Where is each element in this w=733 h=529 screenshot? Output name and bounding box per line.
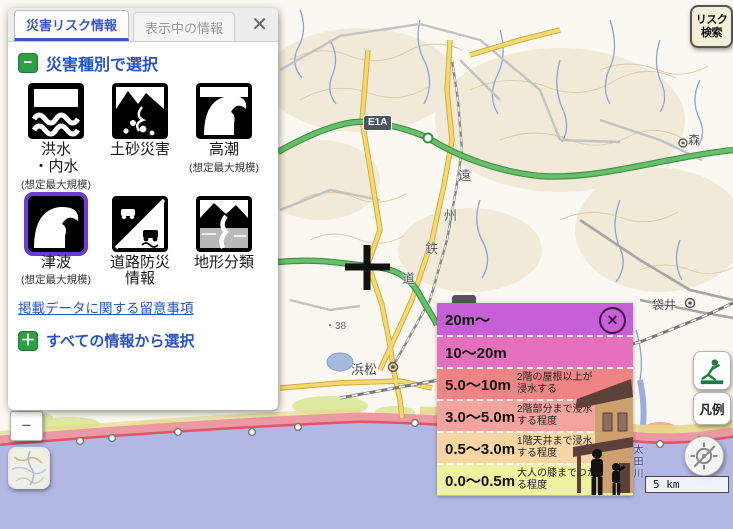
hazard-road-disaster[interactable]: 道路防災 情報 xyxy=(110,196,170,290)
railway-name-char: 遠 xyxy=(458,165,471,184)
landform-icon xyxy=(196,196,252,252)
map-label-hamamatsu: 浜松 xyxy=(351,359,377,378)
map-label-mori: 森 xyxy=(688,131,700,148)
section-select-by-type[interactable]: − 災害種別で選択 xyxy=(18,51,278,75)
legend-row: 10～20m xyxy=(437,335,633,367)
legend-depth-label: 0.0～0.5m xyxy=(437,470,515,491)
running-person-icon xyxy=(697,356,727,386)
interchange-icon xyxy=(424,134,433,143)
hazard-storm-surge-sub: (想定最大規模) xyxy=(189,160,259,175)
tab-disaster-risk-info[interactable]: 災害リスク情報 xyxy=(14,10,129,41)
spot-elevation-label: ・38 xyxy=(325,317,346,332)
collapse-minus-icon[interactable]: − xyxy=(18,53,38,73)
minimap-thumbnail xyxy=(10,449,48,487)
hazard-landform-label: 地形分類 xyxy=(194,255,254,272)
gps-location-button[interactable] xyxy=(684,436,724,476)
hazard-landslide[interactable]: 土砂災害 xyxy=(110,83,170,192)
railway-name-char: 鉄 xyxy=(425,238,438,257)
railway-name-char: 州 xyxy=(444,205,457,224)
tsunami-icon xyxy=(24,192,88,256)
lake xyxy=(327,353,353,371)
legend-row: 3.0～5.0m 2階部分まで浸水する程度 xyxy=(437,399,633,431)
hazard-type-grid: 洪水 ・内水 (想定最大規模) 土砂災害 高 xyxy=(14,83,274,289)
flood-icon xyxy=(28,83,84,139)
legend-depth-label: 20m～ xyxy=(437,309,490,330)
scale-label: 5 km xyxy=(653,478,680,491)
legend-row: 0.0～0.5m 大人の膝までつかる程度 xyxy=(437,463,633,495)
hazard-tsunami-sub: (想定最大規模) xyxy=(21,272,91,287)
section-select-all-info[interactable]: ＋ すべての情報から選択 xyxy=(18,330,278,351)
hazard-flood-label: 洪水 ・内水 xyxy=(33,142,78,176)
road-disaster-icon xyxy=(112,196,168,252)
hazard-flood-sub: (想定最大規模) xyxy=(21,177,91,192)
legend-depth-desc: 2階部分まで浸水する程度 xyxy=(517,404,599,428)
hazard-tsunami-label: 津波 xyxy=(41,255,71,272)
legend-depth-label: 0.5～3.0m xyxy=(437,438,515,459)
legend-depth-desc: 1階天井まで浸水する程度 xyxy=(517,436,599,460)
hazard-tsunami[interactable]: 津波 (想定最大規模) xyxy=(21,196,91,290)
legend-depth-label: 5.0～10m xyxy=(437,374,511,395)
landslide-icon xyxy=(112,83,168,139)
legend-row: 0.5～3.0m 1階天井まで浸水する程度 xyxy=(437,431,633,463)
legend-button[interactable]: 凡例 xyxy=(693,392,731,425)
legend-close-icon[interactable]: ✕ xyxy=(599,307,626,334)
railway-name-char: 道 xyxy=(402,268,415,287)
tsunami-depth-legend: 20m～ 10～20m 5.0～10m 2階の屋根以上が浸水する 3.0～5.0… xyxy=(437,303,633,496)
expand-plus-icon[interactable]: ＋ xyxy=(18,331,38,351)
disaster-risk-panel: 災害リスク情報 表示中の情報 ✕ − 災害種別で選択 洪水 ・内水 (想定最大規… xyxy=(8,8,278,410)
hazard-landform[interactable]: 地形分類 xyxy=(194,196,254,290)
hazard-storm-surge-label: 高潮 xyxy=(209,142,239,159)
section-title-by-type: 災害種別で選択 xyxy=(46,51,158,75)
expressway-badge-e1a: E1A xyxy=(363,115,392,131)
hazard-storm-surge[interactable]: 高潮 (想定最大規模) xyxy=(189,83,259,192)
tab-displayed-info[interactable]: 表示中の情報 xyxy=(133,12,235,41)
legend-depth-label: 3.0～5.0m xyxy=(437,406,515,427)
evacuation-spot-button[interactable] xyxy=(693,351,731,390)
legend-button-label: 凡例 xyxy=(699,399,724,418)
hazard-landslide-label: 土砂災害 xyxy=(110,142,170,159)
storm-surge-icon xyxy=(196,83,252,139)
map-label-fukuroi: 袋井 xyxy=(652,296,676,313)
data-notice-link[interactable]: 掲載データに関する留意事項 xyxy=(18,297,278,317)
close-icon[interactable]: ✕ xyxy=(251,15,268,35)
risk-search-label: リスク検索 xyxy=(695,14,729,39)
map-scale-bar: 5 km xyxy=(645,476,729,493)
hazard-road-disaster-label: 道路防災 情報 xyxy=(110,255,170,289)
legend-row: 5.0～10m 2階の屋根以上が浸水する xyxy=(437,367,633,399)
zoom-out-button[interactable]: − xyxy=(10,411,43,441)
legend-depth-desc: 2階の屋根以上が浸水する xyxy=(517,372,599,396)
legend-depth-desc: 大人の膝までつかる程度 xyxy=(517,468,599,492)
legend-depth-label: 10～20m xyxy=(437,342,507,363)
location-disabled-icon xyxy=(687,439,721,473)
section-title-all-info: すべての情報から選択 xyxy=(46,330,194,351)
minimap-button[interactable] xyxy=(8,447,50,489)
panel-tabbar: 災害リスク情報 表示中の情報 ✕ xyxy=(8,8,278,42)
hazard-flood[interactable]: 洪水 ・内水 (想定最大規模) xyxy=(21,83,91,192)
risk-search-button[interactable]: リスク検索 xyxy=(690,5,733,48)
